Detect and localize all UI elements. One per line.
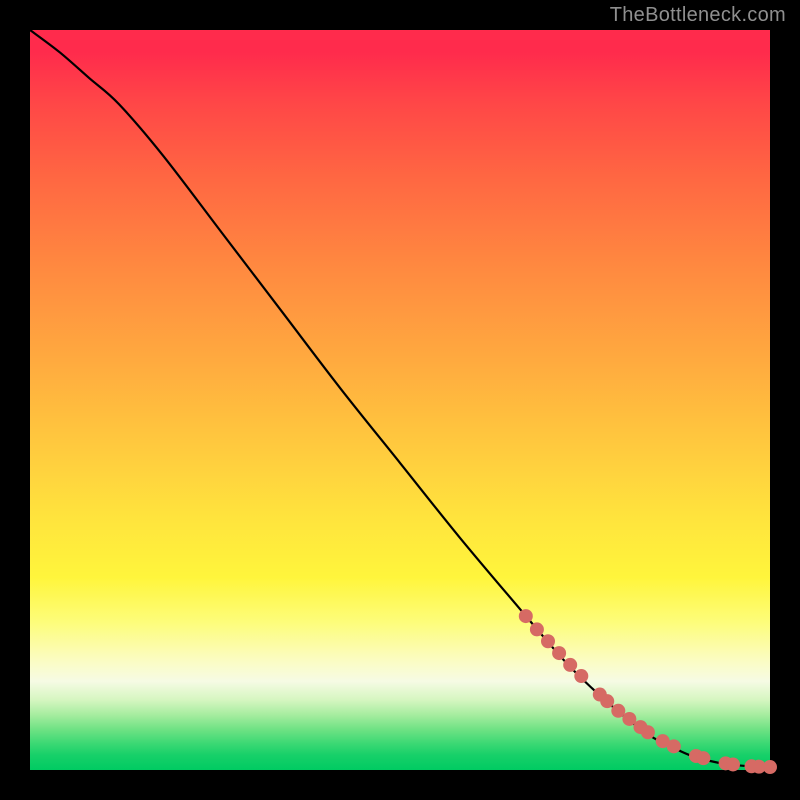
chart-marker: [519, 609, 533, 623]
chart-marker: [763, 760, 777, 774]
chart-marker: [552, 646, 566, 660]
chart-curve: [30, 30, 770, 767]
chart-markers: [519, 609, 777, 774]
chart-overlay: [30, 30, 770, 770]
watermark-text: TheBottleneck.com: [610, 4, 786, 27]
chart-marker: [726, 757, 740, 771]
chart-marker: [600, 694, 614, 708]
chart-marker: [541, 634, 555, 648]
chart-stage: TheBottleneck.com: [0, 0, 800, 800]
chart-marker: [641, 725, 655, 739]
chart-marker: [563, 658, 577, 672]
chart-marker: [574, 669, 588, 683]
chart-marker: [530, 622, 544, 636]
chart-marker: [667, 739, 681, 753]
chart-marker: [696, 751, 710, 765]
